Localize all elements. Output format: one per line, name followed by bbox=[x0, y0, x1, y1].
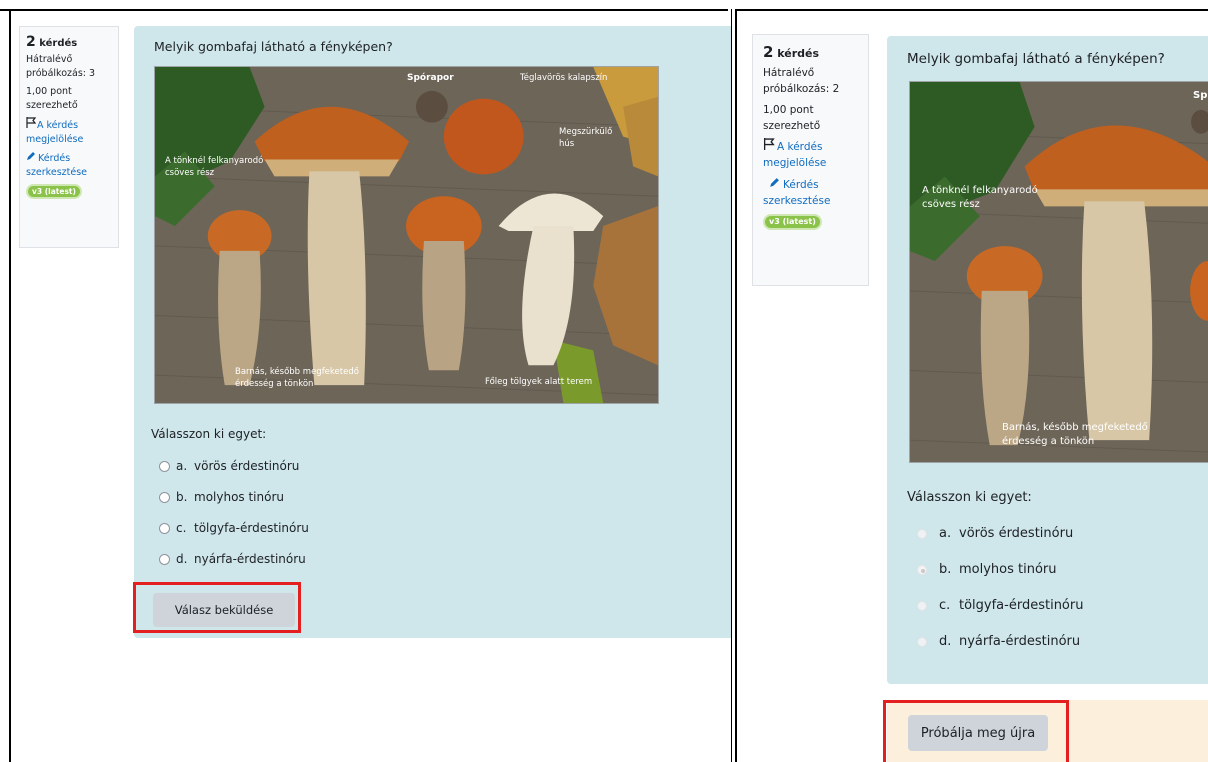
photo-label-stem-2: érdesség a tönkön bbox=[235, 379, 314, 389]
flag-icon bbox=[26, 117, 37, 133]
photo-label-stem-2: érdesség a tönkön bbox=[1002, 436, 1095, 447]
option-d-radio[interactable] bbox=[159, 553, 170, 565]
flag-question-link[interactable]: A kérdés megjelölése bbox=[763, 138, 858, 171]
option-c-letter: c. bbox=[176, 521, 187, 535]
photo-label-oak: Főleg tölgyek alatt terem bbox=[485, 377, 593, 387]
option-d-letter: d. bbox=[176, 552, 188, 566]
photo-label-tube-2: csöves rész bbox=[922, 199, 980, 210]
photo-label-tube-2: csöves rész bbox=[165, 168, 215, 178]
option-b-radio-selected[interactable] bbox=[917, 564, 927, 575]
option-c[interactable]: c. tölgyfa-érdestinóru bbox=[917, 598, 1083, 613]
option-c-label: tölgyfa-érdestinóru bbox=[959, 598, 1084, 613]
option-a-letter: a. bbox=[176, 459, 188, 473]
option-d[interactable]: d. nyárfa-érdestinóru bbox=[159, 552, 306, 566]
question-number: 2 kérdés bbox=[763, 44, 858, 62]
photo-label-flesh-1: Megszürkülő bbox=[559, 127, 613, 137]
option-b-letter: b. bbox=[176, 490, 188, 504]
flag-icon bbox=[763, 138, 777, 155]
edit-question-label-1: Kérdés bbox=[783, 179, 819, 191]
edit-question-link[interactable]: Kérdés szerkesztése bbox=[763, 177, 858, 209]
photo-label-spore-partial: Sp bbox=[1193, 90, 1208, 101]
right-screen: 2 kérdés Hátralévő próbálkozás: 2 1,00 p… bbox=[737, 11, 1208, 762]
answer-prompt: Válasszon ki egyet: bbox=[907, 490, 1032, 505]
pencil-icon bbox=[26, 151, 38, 166]
flag-question-link[interactable]: A kérdés megjelölése bbox=[26, 117, 112, 147]
version-badge: v3 (latest) bbox=[26, 184, 82, 199]
photo-label-stem-1: Barnás, később megfeketedő bbox=[235, 367, 359, 377]
option-a[interactable]: a. vörös érdestinóru bbox=[917, 526, 1073, 541]
flag-question-label-1: A kérdés bbox=[777, 141, 823, 153]
points-line-1: 1,00 pont bbox=[26, 86, 72, 97]
question-info-box: 2 kérdés Hátralévő próbálkozás: 3 1,00 p… bbox=[19, 26, 119, 248]
option-b-label: molyhos tinóru bbox=[194, 490, 285, 504]
option-d-letter: d. bbox=[939, 634, 952, 649]
photo-label-tube-1: A tönknél felkanyarodó bbox=[165, 156, 264, 166]
edit-question-label-2: szerkesztése bbox=[763, 195, 831, 207]
option-b-letter: b. bbox=[939, 562, 952, 577]
attempts-remaining: Hátralévő próbálkozás: 3 bbox=[26, 54, 96, 79]
photo-label-stem-1: Barnás, később megfeketedő bbox=[1002, 422, 1148, 433]
option-a-radio[interactable] bbox=[159, 460, 170, 472]
divider-left bbox=[731, 9, 732, 762]
option-d-label: nyárfa-érdestinóru bbox=[959, 634, 1081, 649]
points-line-1: 1,00 pont bbox=[763, 104, 814, 116]
points-line-2: szerezhető bbox=[26, 100, 78, 111]
edit-question-link[interactable]: Kérdés szerkesztése bbox=[26, 151, 112, 180]
option-c-radio[interactable] bbox=[917, 600, 927, 611]
question-info-box: 2 kérdés Hátralévő próbálkozás: 2 1,00 p… bbox=[752, 34, 869, 286]
option-a-letter: a. bbox=[939, 526, 952, 541]
left-screen: 2 kérdés Hátralévő próbálkozás: 3 1,00 p… bbox=[11, 11, 731, 762]
option-c-letter: c. bbox=[939, 598, 951, 613]
question-number-value: 2 bbox=[763, 43, 774, 61]
question-formulation: Melyik gombafaj látható a fényképen? bbox=[134, 26, 731, 638]
option-b[interactable]: b. molyhos tinóru bbox=[159, 490, 284, 504]
question-number-label: kérdés bbox=[39, 38, 78, 49]
question-formulation: Melyik gombafaj látható a fényképen? bbox=[887, 36, 1208, 684]
option-b[interactable]: b. molyhos tinóru bbox=[917, 562, 1057, 577]
mushroom-photo: Spórapor Téglavörös kalapszín Megszürkül… bbox=[154, 66, 659, 404]
option-d-radio[interactable] bbox=[917, 636, 927, 647]
photo-label-spore: Spórapor bbox=[407, 73, 454, 83]
flag-question-label-2: megjelölése bbox=[763, 157, 827, 169]
photo-label-cap: Téglavörös kalapszín bbox=[520, 73, 608, 83]
question-text: Melyik gombafaj látható a fényképen? bbox=[154, 39, 393, 54]
question-text: Melyik gombafaj látható a fényképen? bbox=[907, 51, 1165, 67]
highlight-box-try-again bbox=[883, 700, 1069, 762]
pencil-icon bbox=[763, 177, 783, 193]
attempts-remaining-line-2: próbálkozás: 2 bbox=[763, 83, 840, 95]
option-c-radio[interactable] bbox=[159, 522, 170, 534]
option-d-label: nyárfa-érdestinóru bbox=[194, 552, 306, 566]
option-b-radio[interactable] bbox=[159, 491, 170, 503]
option-c-label: tölgyfa-érdestinóru bbox=[194, 521, 309, 535]
question-number-label: kérdés bbox=[777, 47, 820, 60]
photo-label-flesh-2: hús bbox=[559, 139, 575, 149]
option-a[interactable]: a. vörös érdestinóru bbox=[159, 459, 299, 473]
option-c[interactable]: c. tölgyfa-érdestinóru bbox=[159, 521, 309, 535]
answer-prompt: Válasszon ki egyet: bbox=[151, 427, 267, 441]
question-number: 2 kérdés bbox=[26, 35, 112, 51]
photo-label-tube-1: A tönknél felkanyarodó bbox=[922, 185, 1038, 196]
option-a-label: vörös érdestinóru bbox=[959, 526, 1074, 541]
option-b-label: molyhos tinóru bbox=[959, 562, 1057, 577]
highlight-box-submit bbox=[133, 582, 301, 633]
version-badge: v3 (latest) bbox=[763, 214, 822, 230]
mushroom-photo: Sp A tönknél felkanyarodó csöves rész Ba… bbox=[909, 81, 1208, 463]
attempts-remaining-line-1: Hátralévő bbox=[763, 67, 815, 79]
option-d[interactable]: d. nyárfa-érdestinóru bbox=[917, 634, 1080, 649]
points-line-2: szerezhető bbox=[763, 120, 821, 132]
question-number-value: 2 bbox=[26, 34, 36, 50]
option-a-radio[interactable] bbox=[917, 528, 927, 539]
option-a-label: vörös érdestinóru bbox=[194, 459, 300, 473]
